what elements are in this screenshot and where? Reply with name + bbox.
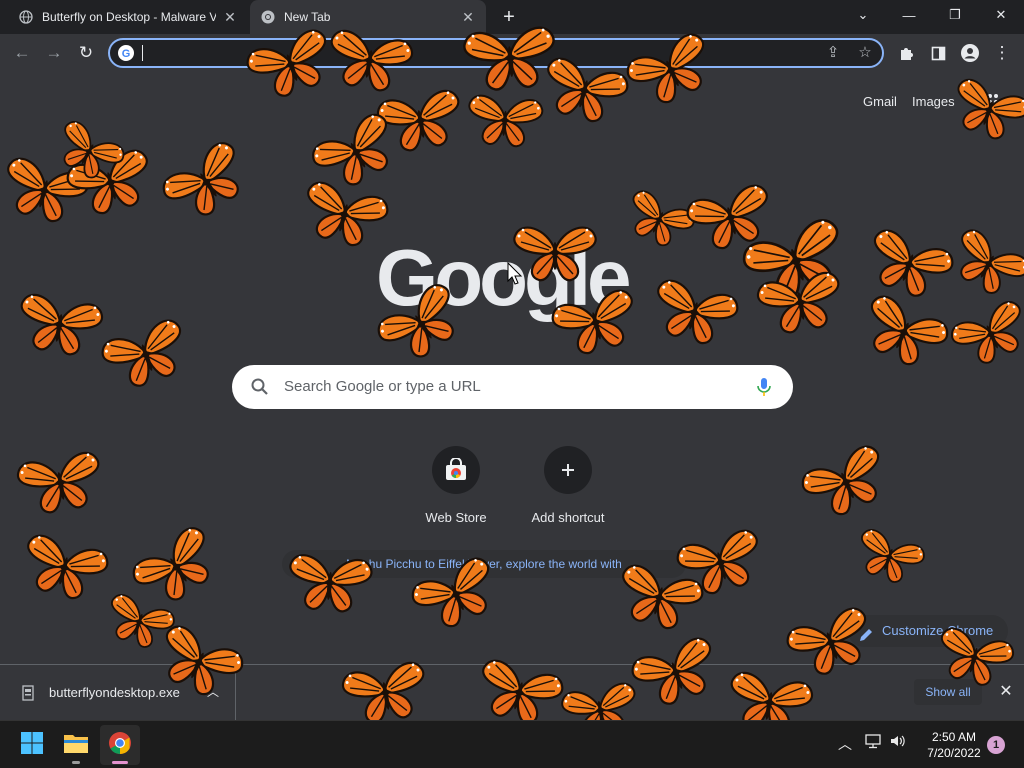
customize-label: Customize Chrome [882,623,994,638]
chrome-taskbar-button[interactable] [100,725,140,765]
forward-button[interactable]: → [40,39,68,67]
windows-taskbar: ︿ 2:50 AM 7/20/2022 1 [0,720,1024,768]
start-button[interactable] [12,725,52,765]
plus-icon [544,446,592,494]
restore-button[interactable]: ❐ [932,0,978,30]
shortcut-web-store[interactable]: Web Store [400,442,512,532]
menu-kebab-icon[interactable]: ⋮ [988,39,1016,67]
close-window-button[interactable]: ✕ [978,0,1024,30]
download-item[interactable]: butterflyondesktop.exe ︿ [0,665,236,720]
chevron-up-icon[interactable]: ︿ [834,733,856,755]
tab-strip: Butterfly on Desktop - Malware V ✕ New T… [0,0,1024,34]
search-placeholder: Search Google or type a URL [284,378,481,395]
executable-file-icon [20,685,36,701]
system-clock[interactable]: 2:50 AM 7/20/2022 [916,729,992,761]
download-shelf: butterflyondesktop.exe ︿ Show all ✕ [0,664,1024,720]
network-icon[interactable] [862,733,884,755]
chevron-up-icon[interactable]: ︿ [205,683,221,699]
customize-chrome-button[interactable]: Customize Chrome [848,615,1008,647]
new-tab-page: Gmail Images Google Search Google or typ… [0,72,1024,664]
search-icon [250,377,270,397]
start-icon [20,731,44,760]
chrome-icon [260,9,276,25]
google-logo: Google [376,233,632,322]
download-file-name: butterflyondesktop.exe [49,685,180,700]
svg-text:G: G [122,48,131,60]
images-link[interactable]: Images [912,94,955,109]
profile-avatar-icon[interactable] [956,39,984,67]
promo-banner[interactable]: Machu Picchu to Eiffel Tower, explore th… [282,550,686,578]
clock-date: 7/20/2022 [927,746,981,760]
toolbar: ← → ↻ G ⇪ ☆ ⋮ [0,34,1024,72]
notification-badge[interactable]: 1 [987,736,1005,754]
running-indicator [112,761,128,764]
file-explorer-icon [63,732,89,759]
pencil-icon [858,623,874,641]
tab-close-button[interactable]: ✕ [460,9,476,25]
tab-search-button[interactable]: ⌄ [840,0,886,30]
side-panel-icon[interactable] [924,39,952,67]
tab-title: New Tab [284,10,331,24]
voice-search-mic-icon[interactable] [754,376,774,398]
file-explorer-button[interactable] [56,725,96,765]
show-all-button[interactable]: Show all [914,679,982,705]
volume-icon[interactable] [887,733,909,755]
share-icon[interactable]: ⇪ [823,43,843,63]
close-shelf-button[interactable]: ✕ [996,682,1016,702]
running-indicator [72,761,80,764]
globe-icon [18,9,34,25]
tab-close-button[interactable]: ✕ [222,9,238,25]
clock-time: 2:50 AM [931,730,977,744]
gmail-link[interactable]: Gmail [863,94,897,109]
google-apps-icon[interactable] [980,92,1000,112]
text-caret [142,45,143,61]
shortcut-add[interactable]: Add shortcut [512,442,624,532]
extensions-puzzle-icon[interactable] [892,39,920,67]
tab-new-tab[interactable]: New Tab ✕ [250,0,486,34]
google-g-icon: G [118,45,134,61]
chrome-icon [108,731,132,760]
new-tab-button[interactable]: + [498,7,520,29]
tab-butterfly-on-desktop[interactable]: Butterfly on Desktop - Malware V ✕ [8,0,248,34]
shortcut-label: Add shortcut [531,510,605,525]
bookmark-star-icon[interactable]: ☆ [855,43,875,63]
tab-title: Butterfly on Desktop - Malware V [42,10,216,24]
ntp-search-box[interactable]: Search Google or type a URL [232,365,793,409]
back-button[interactable]: ← [8,39,36,67]
chrome-web-store-icon [432,446,480,494]
reload-button[interactable]: ↻ [72,39,100,67]
shortcut-label: Web Store [425,510,487,525]
desktop-screen: { "browser": { "tabs": [ {"title": "Butt… [0,0,1024,768]
minimize-button[interactable]: — [886,0,932,30]
address-bar[interactable]: G ⇪ ☆ [108,38,884,68]
